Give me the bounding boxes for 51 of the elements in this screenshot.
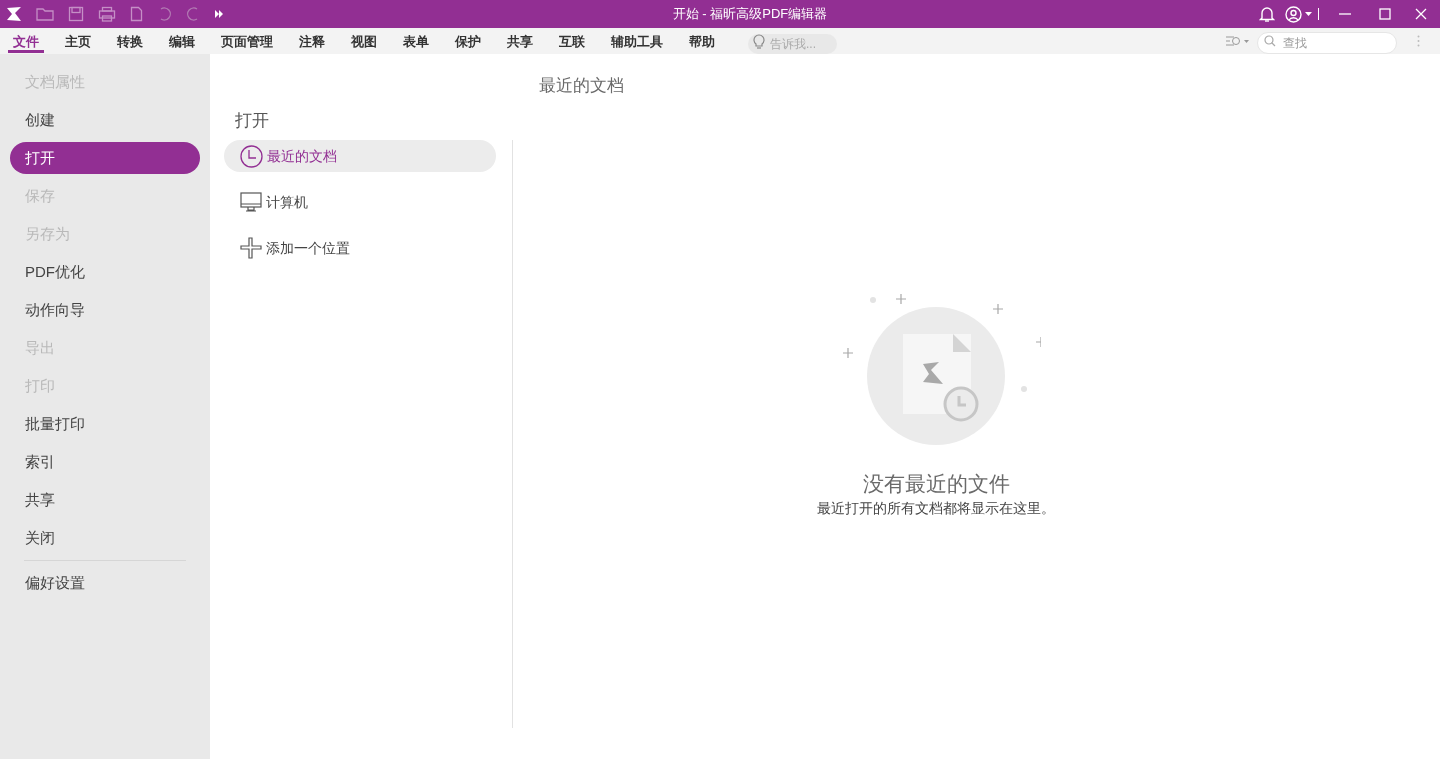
- empty-state-title: 没有最近的文件: [862, 470, 1010, 497]
- ribbon-tab[interactable]: 保护: [450, 29, 486, 53]
- sidebar-item[interactable]: 索引: [10, 446, 200, 478]
- close-icon[interactable]: [1415, 8, 1427, 20]
- search-options-icon[interactable]: [1225, 35, 1249, 47]
- ribbon-tab[interactable]: 共享: [502, 29, 538, 53]
- lightbulb-icon: [752, 33, 766, 49]
- more-options-icon[interactable]: [1417, 35, 1420, 47]
- new-page-icon[interactable]: [130, 6, 144, 22]
- sidebar-item[interactable]: 共享: [10, 484, 200, 516]
- sidebar-item[interactable]: 动作向导: [10, 294, 200, 326]
- sidebar-item[interactable]: 偏好设置: [10, 567, 200, 599]
- save-icon[interactable]: [68, 6, 84, 22]
- monitor-icon: [240, 191, 262, 213]
- undo-icon[interactable]: [158, 6, 172, 22]
- search-icon: [1264, 35, 1276, 47]
- folder-icon[interactable]: [36, 6, 54, 22]
- ribbon-tab[interactable]: 互联: [554, 29, 590, 53]
- ribbon-tab[interactable]: 主页: [60, 29, 96, 53]
- location-item[interactable]: 计算机: [224, 186, 496, 218]
- ribbon-tab[interactable]: 页面管理: [216, 29, 278, 53]
- ribbon-tab[interactable]: 注释: [294, 29, 330, 53]
- sidebar-item[interactable]: PDF优化: [10, 256, 200, 288]
- ribbon-tab[interactable]: 帮助: [684, 29, 720, 53]
- user-icon[interactable]: [1285, 5, 1302, 23]
- location-item[interactable]: 添加一个位置: [224, 232, 496, 264]
- bell-icon[interactable]: [1259, 5, 1275, 23]
- empty-state-message: 最近打开的所有文档都将显示在这里。: [817, 498, 1055, 518]
- print-icon[interactable]: [98, 6, 116, 22]
- redo-icon[interactable]: [186, 6, 200, 22]
- search-field[interactable]: 查找: [1257, 32, 1397, 54]
- sidebar-item[interactable]: 打开: [10, 142, 200, 174]
- maximize-icon[interactable]: [1379, 8, 1391, 20]
- app-logo-icon: [6, 6, 22, 22]
- window-title: 开始 - 福昕高级PDF编辑器: [671, 5, 829, 24]
- more-tools-icon[interactable]: [214, 9, 224, 19]
- ribbon-tab[interactable]: 视图: [346, 29, 382, 53]
- sidebar-item[interactable]: 关闭: [10, 522, 200, 554]
- clock-icon: [240, 144, 263, 168]
- location-item[interactable]: 最近的文档: [224, 140, 496, 172]
- ribbon-tab[interactable]: 编辑: [164, 29, 200, 53]
- dropdown-caret-icon[interactable]: [1305, 12, 1312, 16]
- ribbon-tab[interactable]: 辅助工具: [606, 29, 668, 53]
- sidebar-item[interactable]: 创建: [10, 104, 200, 136]
- section-title: 最近的文档: [539, 75, 625, 97]
- ribbon-tab[interactable]: 表单: [398, 29, 434, 53]
- panel-title: 打开: [234, 110, 270, 132]
- tell-me-field[interactable]: 告诉我...: [748, 34, 837, 54]
- sidebar-item[interactable]: 批量打印: [10, 408, 200, 440]
- ribbon-tab[interactable]: 转换: [112, 29, 148, 53]
- plus-icon: [240, 237, 262, 259]
